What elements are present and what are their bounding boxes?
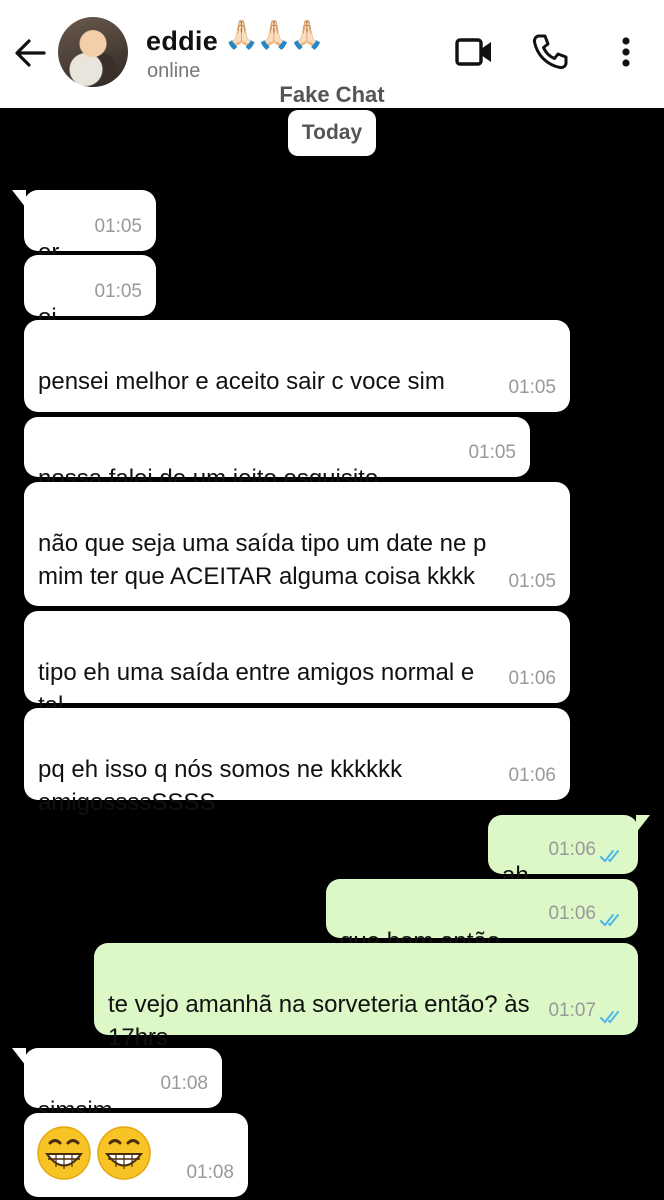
- message-text: pensei melhor e aceito sair c voce sim: [38, 368, 445, 395]
- message-time: 01:05: [508, 571, 556, 592]
- message-bubble[interactable]: simsim 01:08: [12, 1048, 222, 1124]
- message-text: pq eh isso q nós somos ne kkkkkk amigoss…: [38, 756, 403, 816]
- message-time: 01:05: [94, 281, 142, 302]
- phone-call-icon[interactable]: [530, 32, 570, 72]
- message-bubble[interactable]: pensei melhor e aceito sair c voce sim 0…: [24, 320, 570, 412]
- read-ticks-icon: [600, 914, 619, 927]
- contact-status: online: [147, 60, 201, 82]
- message-text: te vejo amanhã na sorveteria então? às 1…: [108, 991, 530, 1051]
- message-time: 01:05: [508, 377, 556, 398]
- date-chip: Today: [288, 110, 376, 156]
- read-ticks-icon: [600, 850, 619, 863]
- message-time: 01:06: [508, 765, 556, 786]
- message-bubble[interactable]: nossa falei de um jeito esquisito 01:05: [24, 417, 530, 492]
- message-time: 01:08: [160, 1073, 208, 1094]
- message-bubble[interactable]: pq eh isso q nós somos ne kkkkkk amigoss…: [24, 708, 570, 816]
- message-bubble[interactable]: te vejo amanhã na sorveteria então? às 1…: [94, 943, 638, 1051]
- message-time: 01:06: [548, 903, 596, 924]
- more-options-icon[interactable]: [606, 32, 646, 72]
- message-time: 01:07: [548, 1000, 596, 1021]
- message-time: 01:05: [94, 216, 142, 237]
- message-time: 01:05: [468, 442, 516, 463]
- grinning-face-icon: [97, 1126, 151, 1180]
- read-ticks-icon: [600, 1011, 619, 1024]
- video-call-icon[interactable]: [454, 32, 494, 72]
- message-text: não que seja uma saída tipo um date ne p…: [38, 530, 487, 590]
- watermark-label: Fake Chat: [279, 82, 385, 107]
- contact-name[interactable]: eddie: [146, 26, 218, 57]
- grinning-face-icon: [37, 1126, 91, 1180]
- message-bubble[interactable]: oi 01:05: [24, 255, 156, 331]
- message-bubble[interactable]: tipo eh uma saída entre amigos normal e …: [24, 611, 570, 719]
- message-bubble[interactable]: ah 01:06: [488, 815, 650, 889]
- message-bubble[interactable]: não que seja uma saída tipo um date ne p…: [24, 482, 570, 606]
- message-bubble[interactable]: er 01:05: [12, 190, 156, 266]
- name-emoji: 🙏🏻🙏🏻🙏🏻: [224, 19, 325, 50]
- message-time: 01:06: [508, 668, 556, 689]
- message-time: 01:08: [186, 1162, 234, 1183]
- message-bubble[interactable]: 01:08: [24, 1113, 248, 1197]
- message-time: 01:06: [548, 839, 596, 860]
- back-arrow-icon[interactable]: [14, 38, 46, 68]
- avatar[interactable]: [58, 17, 128, 87]
- message-bubble[interactable]: que bom então 01:06: [326, 879, 638, 955]
